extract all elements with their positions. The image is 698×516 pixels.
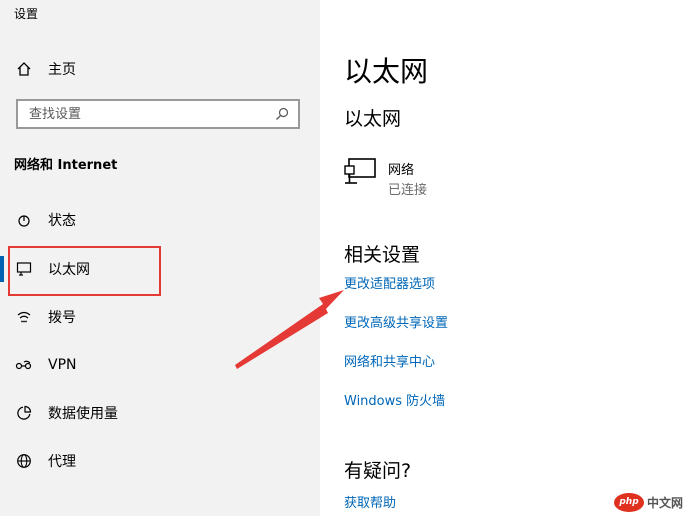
link-network-sharing-center[interactable]: 网络和共享中心 — [344, 351, 435, 370]
vpn-icon — [14, 355, 34, 375]
link-change-adapter-options[interactable]: 更改适配器选项 — [344, 273, 435, 292]
network-adapter-icon — [344, 157, 378, 193]
sidebar-item-dialup[interactable]: 拨号 — [0, 297, 320, 337]
highlight-box — [8, 246, 161, 296]
sidebar-item-label: 代理 — [48, 454, 76, 470]
related-settings-title: 相关设置 — [344, 244, 421, 266]
help-title: 有疑问? — [344, 460, 412, 482]
search-icon[interactable] — [274, 106, 290, 122]
sidebar-item-label: 拨号 — [48, 310, 76, 326]
watermark-logo: php 中文网 — [614, 491, 694, 513]
sidebar-item-vpn[interactable]: VPN — [0, 345, 320, 385]
globe-icon — [14, 451, 34, 471]
sidebar-item-proxy[interactable]: 代理 — [0, 441, 320, 481]
search-box[interactable] — [16, 99, 300, 129]
network-name: 网络 — [388, 163, 415, 178]
link-advanced-sharing-settings[interactable]: 更改高级共享设置 — [344, 312, 448, 331]
sidebar-item-label: VPN — [48, 357, 77, 373]
sidebar: 设置 主页 网络和 Internet 状态 以太网 拨号 — [0, 0, 320, 516]
watermark-text: 中文网 — [647, 495, 684, 510]
section-title: 网络和 Internet — [14, 158, 118, 173]
window-title: 设置 — [14, 7, 39, 21]
status-icon — [14, 210, 34, 230]
sidebar-item-status[interactable]: 状态 — [0, 200, 320, 240]
search-input[interactable] — [27, 105, 274, 123]
sidebar-item-data-usage[interactable]: 数据使用量 — [0, 393, 320, 433]
sidebar-item-label: 数据使用量 — [48, 406, 118, 422]
main-panel: 以太网 以太网 网络 已连接 相关设置 更改适配器选项 更改高级共享设置 网络和… — [320, 0, 698, 516]
page-title: 以太网 — [344, 55, 429, 88]
home-icon — [14, 59, 34, 79]
dialup-icon — [14, 307, 34, 327]
sidebar-item-label: 状态 — [48, 213, 76, 229]
section-subtitle: 以太网 — [344, 108, 402, 130]
network-status: 已连接 — [388, 183, 428, 198]
sidebar-item-label: 主页 — [48, 62, 76, 78]
sidebar-item-home[interactable]: 主页 — [0, 49, 320, 89]
link-get-help[interactable]: 获取帮助 — [344, 492, 396, 511]
data-usage-icon — [14, 403, 34, 423]
watermark-badge: php — [614, 492, 644, 512]
link-windows-firewall[interactable]: Windows 防火墙 — [344, 390, 445, 409]
